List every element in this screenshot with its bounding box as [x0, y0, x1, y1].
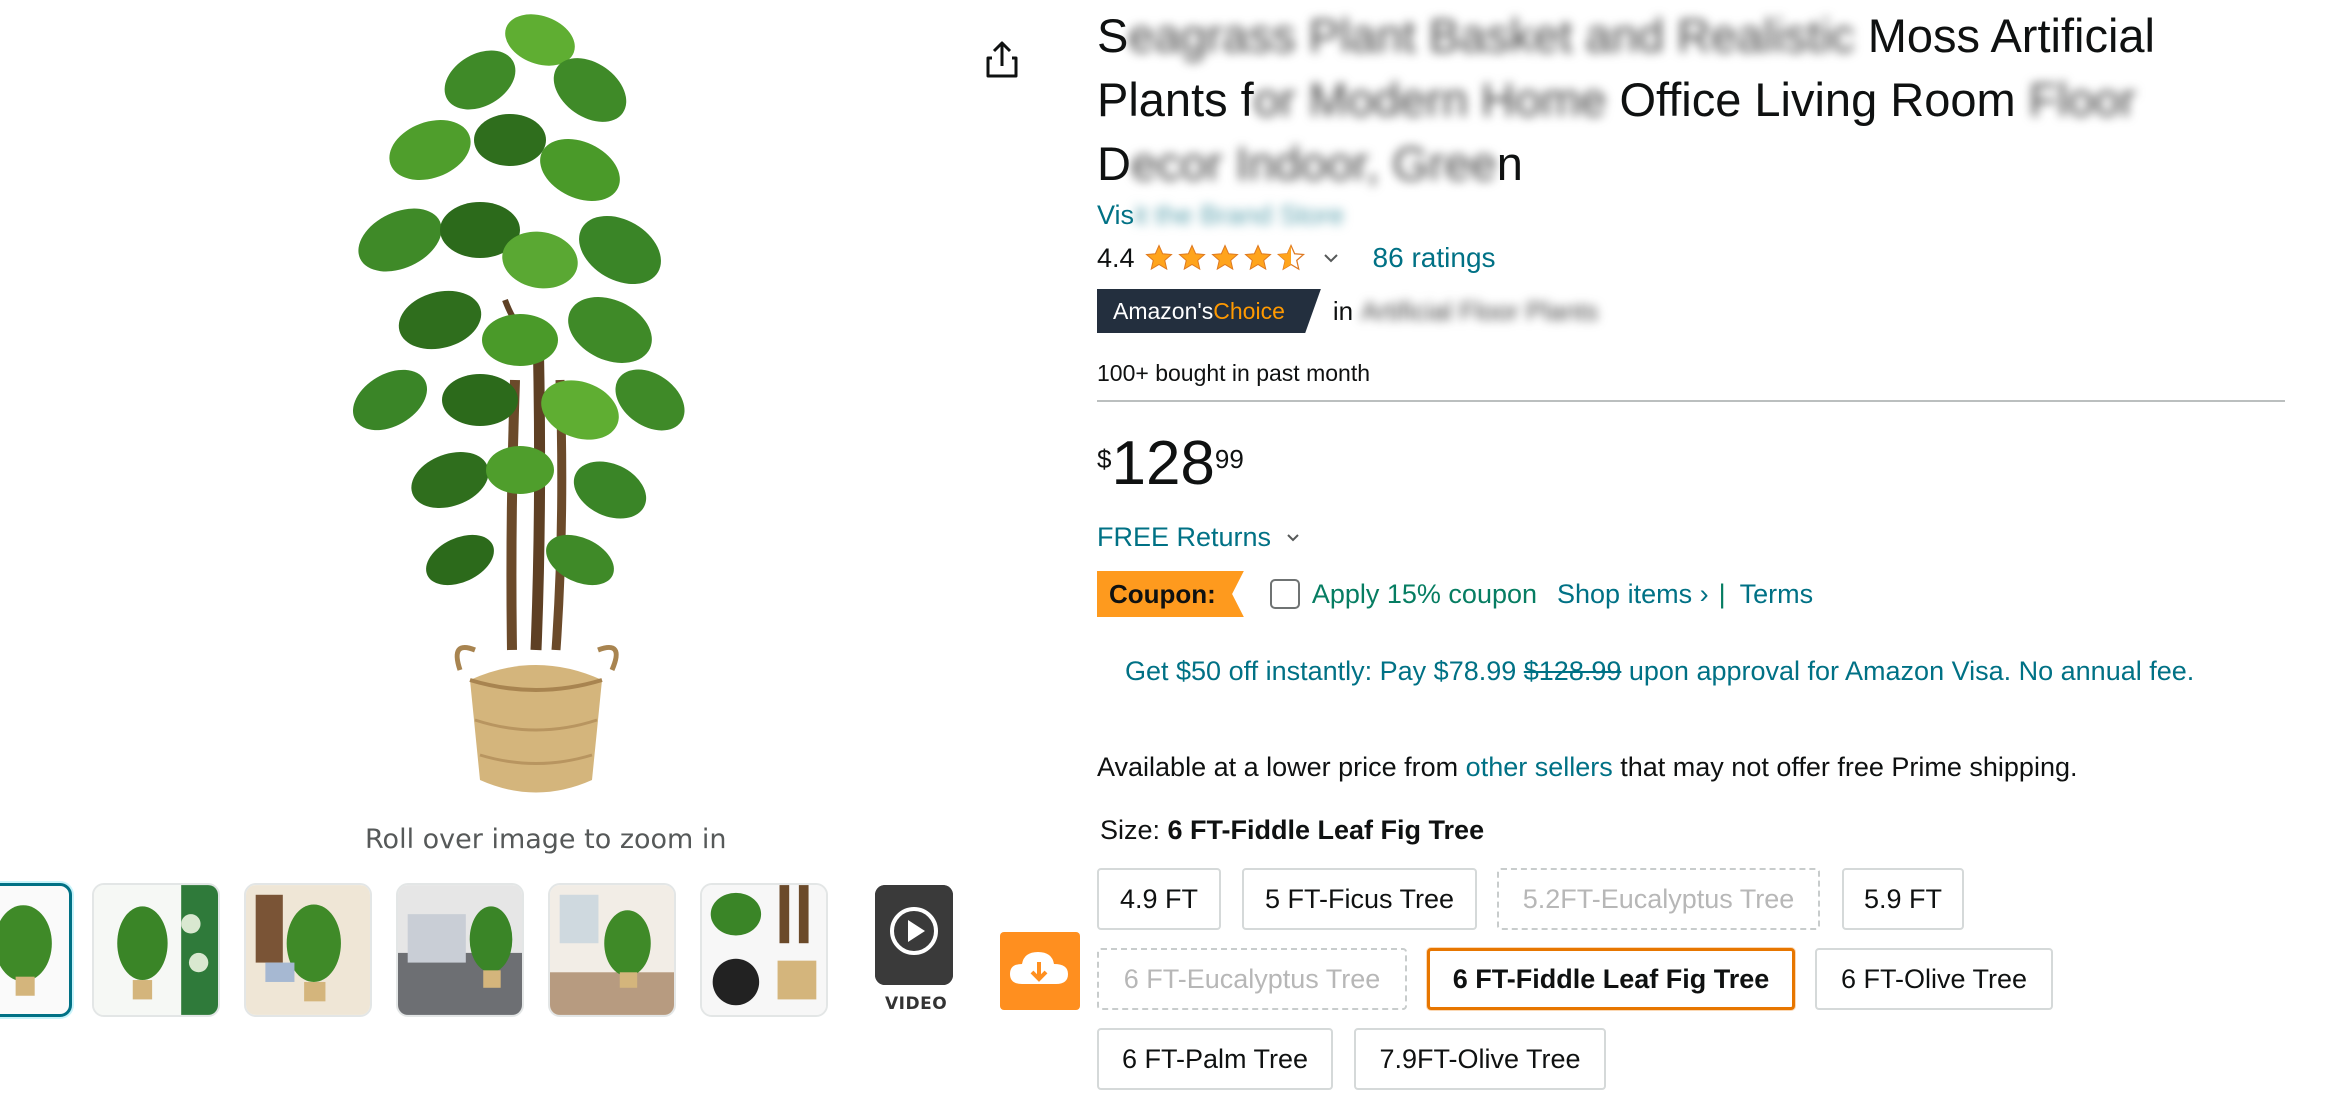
- size-label: Size: 6 FT-Fiddle Leaf Fig Tree: [1100, 815, 1484, 846]
- star-rating[interactable]: [1143, 243, 1307, 273]
- gallery-thumbnail[interactable]: [396, 883, 524, 1017]
- product-title: Seagrass Plant Basket and Realistic Moss…: [1097, 4, 2247, 196]
- chevron-down-icon: [1287, 533, 1299, 541]
- amazons-choice-row: Amazon's Choice in Artificial Floor Plan…: [1097, 289, 1598, 333]
- size-option[interactable]: 5.9 FT: [1842, 868, 1964, 930]
- size-option-unavailable[interactable]: 6 FT-Eucalyptus Tree: [1097, 948, 1407, 1010]
- price-whole: 128: [1111, 429, 1215, 498]
- star-half-icon: [1276, 243, 1305, 271]
- video-label: VIDEO: [885, 994, 948, 1014]
- lower-price-notice: Available at a lower price from other se…: [1097, 752, 2078, 783]
- store-link-text: Vis: [1097, 200, 1135, 230]
- store-link-redacted: it the Brand Store: [1134, 200, 1345, 230]
- price-fraction: 99: [1214, 444, 1244, 474]
- zoom-hint: Roll over image to zoom in: [365, 824, 727, 855]
- star-full-icon: [1210, 244, 1239, 271]
- size-option-selected[interactable]: 6 FT-Fiddle Leaf Fig Tree: [1427, 948, 1795, 1010]
- ratings-count-link[interactable]: 86 ratings: [1373, 242, 1496, 274]
- title-text: D: [1097, 137, 1131, 190]
- brand-store-link[interactable]: Visit the Brand Store: [1097, 200, 1344, 231]
- price: $ 128 99: [1097, 428, 1244, 500]
- size-label-prefix: Size:: [1100, 815, 1168, 845]
- gallery-thumbnail[interactable]: [548, 883, 676, 1017]
- title-text: n: [1496, 137, 1523, 190]
- size-option[interactable]: 5 FT-Ficus Tree: [1242, 868, 1477, 930]
- gallery-thumbnail[interactable]: [92, 883, 220, 1017]
- divider: [1097, 400, 2285, 402]
- title-text-redacted: or Modern Home: [1253, 73, 1607, 126]
- title-text-redacted: ecor Indoor, Gree: [1130, 137, 1497, 190]
- size-option-unavailable[interactable]: 5.2FT-Eucalyptus Tree: [1497, 868, 1820, 930]
- other-sellers-link[interactable]: other sellers: [1466, 752, 1613, 782]
- size-option[interactable]: 6 FT-Olive Tree: [1815, 948, 2053, 1010]
- visa-offer-link[interactable]: Get $50 off instantly: Pay $78.99 $128.9…: [1125, 651, 2230, 691]
- badge-category-redacted[interactable]: Artificial Floor Plants: [1361, 296, 1598, 327]
- gallery-thumbnail[interactable]: [0, 883, 72, 1017]
- gallery-thumbnail[interactable]: [244, 883, 372, 1017]
- cloud-download-icon[interactable]: [1000, 932, 1080, 1010]
- badge-choice-text: Choice: [1213, 297, 1285, 324]
- bought-count: 100+ bought in past month: [1097, 360, 1371, 386]
- title-text-redacted: Floor: [2028, 73, 2136, 126]
- star-full-icon: [1144, 244, 1173, 271]
- product-main-image[interactable]: [280, 0, 800, 810]
- title-text-redacted: eagrass Plant Basket and Realistic: [1128, 9, 1855, 62]
- apply-coupon-checkbox[interactable]: [1269, 579, 1300, 609]
- star-full-icon: [1177, 244, 1206, 271]
- coupon-badge: Coupon:: [1097, 571, 1244, 617]
- title-text: Office Living Room: [1606, 73, 2029, 126]
- size-selected-value: 6 FT-Fiddle Leaf Fig Tree: [1167, 815, 1485, 845]
- badge-text: Amazon's: [1113, 297, 1214, 324]
- shop-items-link[interactable]: Shop items ›: [1557, 579, 1709, 610]
- chevron-down-icon[interactable]: [1321, 248, 1341, 268]
- badge-in-label: in: [1332, 295, 1354, 326]
- rating-value: 4.4: [1097, 242, 1135, 273]
- lower-price-text: Available at a lower price from: [1097, 752, 1466, 782]
- size-option[interactable]: 4.9 FT: [1097, 868, 1221, 930]
- video-thumbnail[interactable]: [875, 885, 953, 985]
- visa-offer-text: upon approval for Amazon Visa. No annual…: [1621, 656, 2195, 686]
- title-text: Plants f: [1097, 73, 1254, 126]
- star-full-icon: [1243, 244, 1272, 271]
- free-returns-link[interactable]: FREE Returns: [1097, 522, 1301, 553]
- separator: |: [1718, 578, 1726, 609]
- coupon-row: Coupon: Apply 15% coupon Shop items › | …: [1097, 570, 1813, 618]
- terms-link[interactable]: Terms: [1740, 579, 1814, 610]
- visa-offer-strike-price: $128.99: [1523, 656, 1622, 686]
- rating-row: 4.4 86 ratings: [1097, 240, 1496, 276]
- apply-coupon-label[interactable]: Apply 15% coupon: [1312, 579, 1537, 610]
- visa-offer-text: Get $50 off instantly: Pay $78.99: [1125, 656, 1524, 686]
- size-option[interactable]: 6 FT-Palm Tree: [1097, 1028, 1333, 1090]
- size-option[interactable]: 7.9FT-Olive Tree: [1354, 1028, 1606, 1090]
- title-text: Moss Artificial: [1854, 9, 2155, 62]
- title-text: S: [1097, 9, 1129, 62]
- share-icon[interactable]: [980, 38, 1024, 82]
- lower-price-text: that may not offer free Prime shipping.: [1612, 752, 2078, 782]
- price-symbol: $: [1097, 444, 1112, 474]
- amazons-choice-badge: Amazon's Choice: [1097, 289, 1321, 333]
- free-returns-label: FREE Returns: [1097, 522, 1272, 552]
- gallery-thumbnail[interactable]: [700, 883, 828, 1017]
